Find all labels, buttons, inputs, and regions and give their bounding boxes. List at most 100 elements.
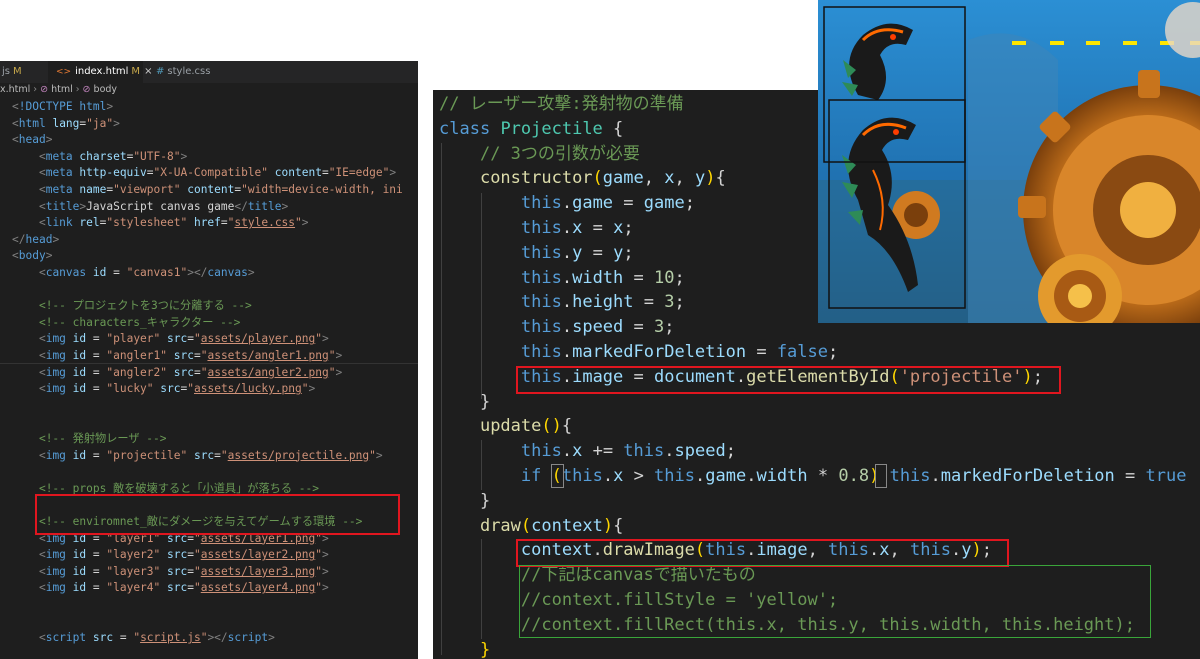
code-token: charset <box>79 149 127 163</box>
code-token: </ <box>12 232 26 246</box>
code-line[interactable]: // レーザー攻撃:発射物の準備 <box>439 92 684 117</box>
code-token: . <box>561 292 573 313</box>
breadcrumb-html[interactable]: html <box>51 84 73 95</box>
code-token: < <box>12 249 19 263</box>
breadcrumb: x.html › ⊘ html › ⊘ body <box>0 83 117 97</box>
code-token: this <box>561 466 603 486</box>
code-line[interactable]: <script src = "script.js"></script> <box>12 630 275 647</box>
code-token: 3 <box>664 292 675 313</box>
code-line[interactable]: <!-- characters_キャラクター --> <box>12 315 240 332</box>
code-line[interactable]: <head> <box>12 132 52 149</box>
code-line[interactable]: <meta http-equiv="X-UA-Compatible" conte… <box>12 165 396 182</box>
code-line[interactable]: this.speed = 3; <box>439 315 675 340</box>
code-line[interactable]: <img id = "layer4" src="assets/layer4.pn… <box>12 580 329 597</box>
code-line[interactable]: <img id = "player" src="assets/player.pn… <box>12 331 329 348</box>
code-line[interactable]: </head> <box>12 232 59 249</box>
breadcrumb-body[interactable]: body <box>94 84 118 95</box>
code-token: meta <box>45 166 73 180</box>
code-token: assets/layer4.png <box>200 581 316 595</box>
code-line[interactable]: this.markedForDeletion = false; <box>439 340 838 365</box>
code-token: "width=device-width, ini <box>241 183 403 196</box>
breadcrumb-file[interactable]: x.html <box>0 84 30 95</box>
code-token: " <box>193 332 201 346</box>
code-token: true <box>1145 466 1187 486</box>
code-token: assets/layer3.png <box>200 564 316 578</box>
code-line[interactable]: this.game = game; <box>439 191 695 216</box>
code-token: script.js <box>140 631 201 645</box>
code-line[interactable]: <meta charset="UTF-8"> <box>12 149 187 166</box>
code-token: = <box>86 564 107 578</box>
code-token: , <box>674 168 695 189</box>
code-line[interactable]: <html lang="ja"> <box>12 116 120 133</box>
code-token: assets/lucky.png <box>194 382 302 396</box>
code-token: src <box>160 382 181 396</box>
code-token: canvas <box>207 266 248 279</box>
code-token: = <box>582 218 614 238</box>
tab-style-css[interactable]: # style.css <box>150 61 210 83</box>
code-token: content <box>187 183 235 196</box>
code-line[interactable]: } <box>439 638 490 659</box>
code-token: . <box>930 466 941 486</box>
code-line[interactable]: } <box>439 489 490 514</box>
code-token: = <box>623 267 654 288</box>
code-line[interactable]: constructor(game, x, y){ <box>439 166 726 191</box>
image-assignment-highlight-box <box>516 366 1061 394</box>
code-line[interactable]: <img id = "angler2" src="assets/angler2.… <box>12 365 342 382</box>
code-token: if <box>520 466 542 486</box>
code-token: game <box>572 193 614 214</box>
code-line[interactable]: <img id = "layer2" src="assets/layer2.pn… <box>12 547 329 564</box>
code-token: script <box>45 631 87 645</box>
code-token: id <box>72 581 87 595</box>
code-token: . <box>561 441 573 462</box>
code-token: "IE=edge" <box>328 166 390 180</box>
code-token: img <box>45 548 66 562</box>
code-token: markedForDeletion <box>572 342 747 362</box>
code-line[interactable]: <title>JavaScript canvas game</title> <box>12 199 288 216</box>
code-line[interactable]: <img id = "projectile" src="assets/proje… <box>12 448 383 465</box>
code-line[interactable]: <body> <box>12 248 52 265</box>
code-line[interactable]: this.x = x; <box>439 216 634 241</box>
code-line[interactable]: <canvas id = "canvas1"></canvas> <box>12 265 255 282</box>
chevron-right-icon: › <box>33 84 38 95</box>
code-line[interactable]: <meta name="viewport" content="width=dev… <box>12 182 403 199</box>
code-token: = <box>86 382 107 396</box>
code-token: id <box>72 332 87 346</box>
code-line[interactable]: this.width = 10; <box>439 266 685 291</box>
code-token: "projectile" <box>106 448 188 462</box>
code-token: <!-- props_敵を破壊すると「小道具」が落ちる --> <box>38 481 319 495</box>
code-line[interactable]: <img id = "lucky" src="assets/lucky.png"… <box>12 381 315 398</box>
code-line[interactable]: draw(context){ <box>439 514 623 539</box>
code-token: this <box>520 193 562 214</box>
code-token: game <box>643 193 685 214</box>
code-line[interactable]: } <box>439 390 490 415</box>
commented-code-box <box>519 565 1151 638</box>
code-token: < <box>38 266 46 279</box>
code-line[interactable]: update(){ <box>439 414 572 439</box>
code-line[interactable]: <!DOCTYPE html> <box>12 99 113 116</box>
code-line[interactable]: <link rel="stylesheet" href="style.css"> <box>12 215 309 232</box>
code-line[interactable]: this.height = 3; <box>439 290 685 315</box>
code-token: < <box>12 133 19 147</box>
tab-index-html[interactable]: <> index.html M × <box>48 61 152 83</box>
code-line[interactable]: class Projectile { <box>439 117 623 142</box>
code-line[interactable]: <!-- 発射物レーザ --> <box>12 431 167 448</box>
code-line[interactable]: this.x += this.speed; <box>439 439 736 464</box>
code-line[interactable]: <img id = "angler1" src="assets/angler1.… <box>12 348 342 365</box>
code-line[interactable]: <!-- プロジェクトを3つに分離する --> <box>12 298 252 315</box>
code-token: " <box>301 382 309 396</box>
code-line[interactable]: // 3つの引数が必要 <box>439 142 640 167</box>
code-line[interactable]: this.y = y; <box>439 241 634 266</box>
tab-script-js[interactable]: js M <box>0 61 22 83</box>
code-line[interactable]: <img id = "layer3" src="assets/layer3.pn… <box>12 564 329 581</box>
